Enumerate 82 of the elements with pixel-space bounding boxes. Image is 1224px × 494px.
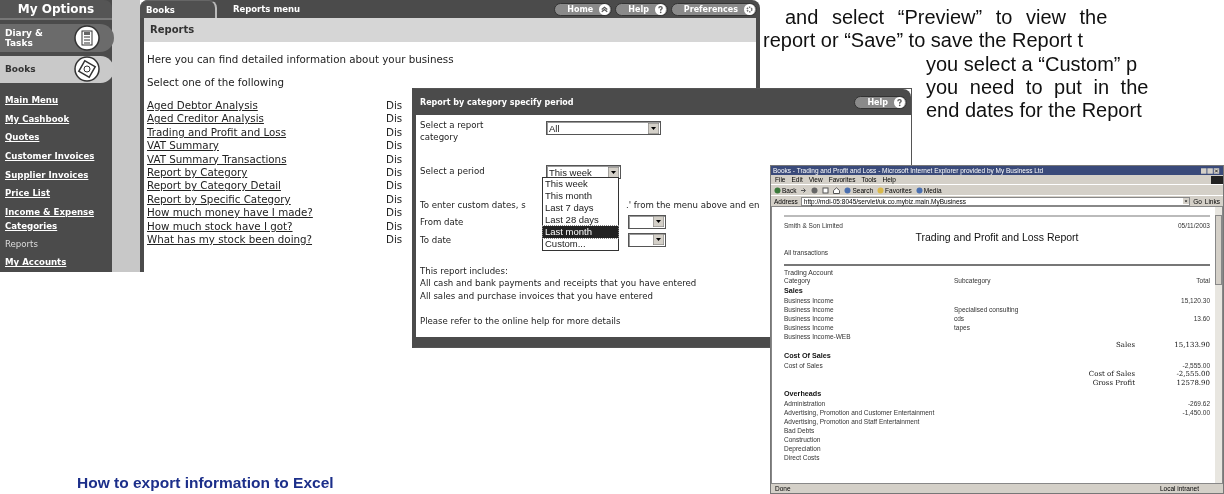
coin-icon: [74, 56, 100, 83]
sidebar-link[interactable]: Income & Expense Categories: [5, 202, 105, 235]
report-link[interactable]: How much money have I made?: [147, 206, 386, 220]
report-link[interactable]: Report by Category Detail: [147, 179, 386, 193]
report-link[interactable]: What has my stock been doing?: [147, 233, 386, 247]
info-text: All sales and purchase invoices that you have entered: [420, 289, 653, 302]
settings-icon: [744, 3, 755, 15]
report-link[interactable]: Report by Specific Category: [147, 192, 386, 207]
info-text: All cash and bank payments and receipts that you have entered: [420, 277, 697, 290]
dropdown-option[interactable]: This week: [543, 178, 618, 190]
manual-text: end dates for the Report: [926, 99, 1142, 123]
sidebar-link[interactable]: Reports: [5, 234, 112, 254]
sidebar-link[interactable]: My Cashbook: [5, 109, 112, 129]
manual-text: report or “Save” to save the Report t: [763, 29, 1084, 53]
report-link[interactable]: How much stock have I got?: [147, 219, 386, 234]
manual-text: you need to put in the: [926, 75, 1149, 100]
sidebar-title: My Options: [0, 0, 112, 20]
section-heading: How to export information to Excel: [77, 474, 334, 492]
info-text: This report includes:: [420, 265, 508, 278]
report-description: Dis: [386, 206, 403, 220]
logo-icon: [1211, 175, 1223, 184]
sidebar-link[interactable]: Main Menu: [5, 91, 112, 110]
report-description: Dis: [386, 233, 403, 247]
field-label: From date: [420, 215, 465, 228]
sidebar-section[interactable]: Diary & Tasks: [0, 24, 114, 52]
notepad-icon: [74, 24, 100, 51]
panel-title: Reports: [140, 18, 760, 42]
field-label: To date: [420, 233, 453, 246]
dropdown-option[interactable]: Last month: [543, 226, 618, 238]
sidebar-link[interactable]: Quotes: [5, 128, 112, 148]
sidebar-link[interactable]: Customer Invoices: [5, 147, 112, 166]
field-label: Select a period: [420, 165, 486, 177]
dialog-title: Report by category specify period: [420, 97, 574, 107]
dropdown-arrow-icon: [608, 166, 619, 178]
help-icon: [654, 3, 666, 15]
dropdown-arrow-icon: [648, 122, 659, 134]
report-description: Dis: [386, 179, 403, 193]
tab[interactable]: Books: [140, 0, 217, 19]
report-link[interactable]: Aged Creditor Analysis: [147, 112, 386, 126]
dropdown-arrow-icon: [1183, 198, 1190, 204]
dropdown-option[interactable]: Custom...: [543, 238, 618, 250]
dropdown-option[interactable]: Last 7 days: [543, 202, 618, 214]
report-link[interactable]: Trading and Profit and Loss: [147, 125, 386, 140]
report-description: Dis: [386, 112, 403, 126]
dropdown-arrow-icon: [653, 234, 664, 245]
manual-text: you select a “Custom” p: [926, 52, 1138, 76]
hint-text: .' from the menu above and en: [626, 199, 760, 211]
report-description: Dis: [386, 192, 403, 207]
manual-text: and select “Preview” to view the: [785, 6, 1108, 30]
home-icon[interactable]: [833, 186, 841, 194]
sidebar-section[interactable]: Books: [0, 55, 114, 84]
report-description: Dis: [386, 139, 403, 153]
dropdown-arrow-icon: [653, 216, 664, 227]
intro-text: Here you can find detailed information about your business: [147, 52, 455, 66]
report-link[interactable]: VAT Summary: [147, 139, 386, 153]
info-text: Please refer to the online help for more details: [420, 315, 621, 326]
hint-text: To enter custom dates, s: [420, 199, 526, 211]
report-link[interactable]: Aged Debtor Analysis: [147, 99, 386, 113]
field-label: Select a report category: [420, 119, 485, 143]
sidebar-link[interactable]: My Accounts: [5, 253, 112, 272]
tab[interactable]: Reports menu: [216, 0, 341, 18]
report-description: Dis: [386, 219, 403, 234]
to-date-dropdown[interactable]: [628, 232, 666, 247]
report-description: Dis: [386, 166, 403, 180]
report-description: Dis: [386, 125, 403, 140]
from-date-dropdown[interactable]: [628, 214, 666, 229]
report-link[interactable]: Report by Category: [147, 166, 386, 180]
scrollbar[interactable]: [1215, 207, 1222, 483]
category-dropdown[interactable]: All: [546, 121, 661, 135]
report-title: Trading and Profit and Loss Report: [914, 231, 1080, 243]
chevron-up-icon: [599, 3, 611, 15]
sidebar-link[interactable]: Price List: [5, 184, 112, 203]
report-link[interactable]: VAT Summary Transactions: [147, 152, 386, 167]
report-description: Dis: [386, 99, 403, 113]
help-icon: [894, 96, 905, 108]
report-description: Dis: [386, 152, 403, 167]
stop-icon[interactable]: [811, 186, 819, 194]
prompt-text: Select one of the following: [147, 75, 286, 89]
sidebar-link[interactable]: Supplier Invoices: [5, 165, 112, 185]
dropdown-option[interactable]: This month: [543, 190, 618, 202]
dropdown-option[interactable]: Last 28 days: [543, 214, 618, 226]
forward-arrow-icon: [800, 186, 808, 194]
